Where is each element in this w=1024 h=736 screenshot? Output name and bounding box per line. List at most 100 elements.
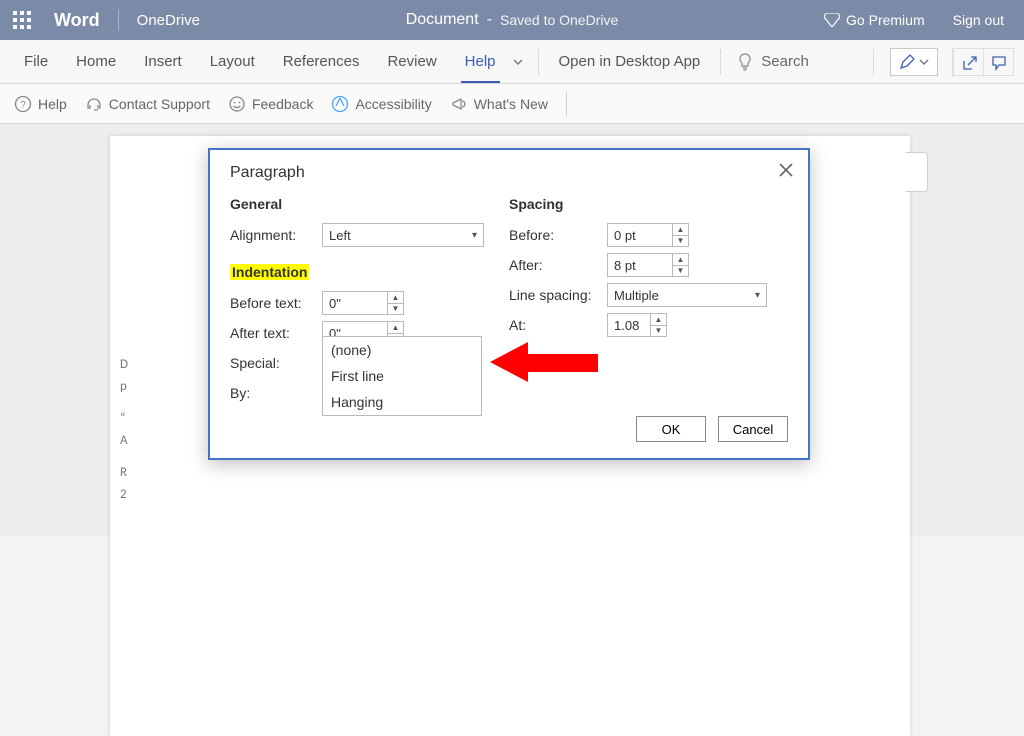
label: Help	[38, 96, 67, 112]
line-spacing-select[interactable]: Multiple ▾	[607, 283, 767, 307]
label: Accessibility	[355, 96, 431, 112]
feedback-button[interactable]: Feedback	[228, 95, 313, 113]
text-line: A	[120, 430, 128, 452]
app-launcher-icon[interactable]	[8, 6, 36, 34]
search-button[interactable]: Search	[727, 53, 819, 71]
tab-references[interactable]: References	[269, 40, 374, 83]
tab-label: Review	[387, 53, 436, 70]
general-heading: General	[230, 196, 509, 212]
label: Open in Desktop App	[559, 53, 701, 70]
paragraph-dialog: Paragraph General Alignment: Left ▾ Inde…	[208, 148, 810, 460]
spin-up[interactable]: ▲	[673, 224, 688, 236]
go-premium-button[interactable]: Go Premium	[824, 12, 925, 28]
sign-out-link[interactable]: Sign out	[953, 12, 1004, 28]
text-line: p	[120, 376, 128, 398]
document-name[interactable]: Document	[406, 11, 479, 29]
spacing-heading: Spacing	[509, 196, 788, 212]
spin-down[interactable]: ▼	[388, 304, 403, 315]
ruler-toggle[interactable]	[906, 152, 928, 192]
dropdown-option-hanging[interactable]: Hanging	[323, 389, 481, 415]
app-name[interactable]: Word	[54, 10, 100, 31]
separator	[720, 49, 721, 75]
ribbon-tabs: File Home Insert Layout References Revie…	[0, 40, 1024, 84]
spin-down[interactable]: ▼	[673, 236, 688, 247]
tab-home[interactable]: Home	[62, 40, 130, 83]
tab-label: Insert	[144, 53, 182, 70]
open-in-desktop-button[interactable]: Open in Desktop App	[545, 53, 715, 70]
label: Cancel	[733, 422, 773, 437]
tab-label: Help	[465, 53, 496, 70]
special-label: Special:	[230, 355, 322, 371]
spin-up[interactable]: ▲	[651, 314, 666, 326]
special-dropdown-list: (none) First line Hanging	[322, 336, 482, 416]
accessibility-icon	[331, 95, 349, 113]
help-sub-ribbon: ? Help Contact Support Feedback Accessib…	[0, 84, 1024, 124]
dialog-title: Paragraph	[230, 164, 788, 182]
tab-label: Home	[76, 53, 116, 70]
spacing-after-spinner[interactable]: 8 pt ▲▼	[607, 253, 689, 277]
save-status: Saved to OneDrive	[500, 12, 618, 28]
headset-icon	[85, 95, 103, 113]
label: Contact Support	[109, 96, 210, 112]
diamond-icon	[824, 13, 840, 27]
spacing-section: Spacing Before: 0 pt ▲▼ After: 8 pt ▲▼ L…	[509, 196, 788, 408]
go-premium-label: Go Premium	[846, 12, 925, 28]
alignment-select[interactable]: Left ▾	[322, 223, 484, 247]
cancel-button[interactable]: Cancel	[718, 416, 788, 442]
indentation-heading: Indentation	[230, 264, 509, 280]
line-spacing-label: Line spacing:	[509, 287, 607, 303]
tab-label: File	[24, 53, 48, 70]
separator	[538, 49, 539, 75]
chevron-down-icon: ▾	[755, 290, 760, 301]
chevron-down-icon	[919, 57, 929, 67]
tab-insert[interactable]: Insert	[130, 40, 196, 83]
tab-review[interactable]: Review	[373, 40, 450, 83]
spinner-value: 8 pt	[614, 258, 636, 273]
label: What's New	[474, 96, 548, 112]
dialog-close-button[interactable]	[778, 162, 794, 178]
text-line: 2	[120, 484, 128, 506]
lightbulb-icon	[737, 53, 753, 71]
alignment-label: Alignment:	[230, 227, 322, 243]
editing-mode-button[interactable]	[890, 48, 938, 76]
contact-support-button[interactable]: Contact Support	[85, 95, 210, 113]
location-label[interactable]: OneDrive	[137, 12, 200, 29]
accessibility-button[interactable]: Accessibility	[331, 95, 431, 113]
share-button[interactable]	[953, 49, 983, 77]
tab-layout[interactable]: Layout	[196, 40, 269, 83]
label: Feedback	[252, 96, 313, 112]
before-text-spinner[interactable]: 0" ▲▼	[322, 291, 404, 315]
at-spinner[interactable]: 1.08 ▲▼	[607, 313, 667, 337]
spacing-before-spinner[interactable]: 0 pt ▲▼	[607, 223, 689, 247]
tab-help[interactable]: Help	[451, 40, 510, 83]
whats-new-button[interactable]: What's New	[450, 95, 548, 113]
title-bar: Word OneDrive Document - Saved to OneDri…	[0, 0, 1024, 40]
spin-up[interactable]: ▲	[673, 254, 688, 266]
document-text-peek: D p “ A R 2	[120, 354, 128, 506]
dropdown-option-none[interactable]: (none)	[323, 337, 481, 363]
after-label: After:	[509, 257, 607, 273]
tab-label: Layout	[210, 53, 255, 70]
ok-button[interactable]: OK	[636, 416, 706, 442]
highlighted-text: Indentation	[230, 264, 309, 280]
comments-button[interactable]	[983, 49, 1013, 77]
spin-down[interactable]: ▼	[651, 326, 666, 337]
spinner-value: 1.08	[614, 318, 639, 333]
spin-down[interactable]: ▼	[673, 266, 688, 277]
svg-text:?: ?	[20, 100, 26, 111]
search-label: Search	[761, 53, 809, 70]
before-label: Before:	[509, 227, 607, 243]
spin-up[interactable]: ▲	[388, 322, 403, 334]
by-label: By:	[230, 385, 322, 401]
dropdown-option-firstline[interactable]: First line	[323, 363, 481, 389]
tab-file[interactable]: File	[10, 40, 62, 83]
spin-up[interactable]: ▲	[388, 292, 403, 304]
help-button[interactable]: ? Help	[14, 95, 67, 113]
smile-icon	[228, 95, 246, 113]
text-line: “	[120, 408, 128, 430]
at-label: At:	[509, 317, 607, 333]
divider	[118, 9, 119, 31]
after-text-label: After text:	[230, 325, 322, 341]
separator	[566, 92, 567, 116]
pen-icon	[899, 54, 915, 70]
